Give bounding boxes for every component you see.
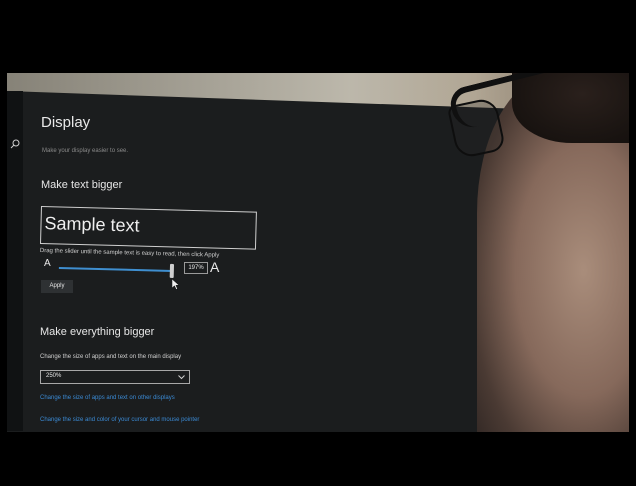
slider-thumb[interactable] xyxy=(169,263,175,279)
link-other-displays[interactable]: Change the size of apps and text on othe… xyxy=(40,395,175,401)
scale-dropdown-value: 250% xyxy=(46,373,62,379)
sample-text: Sample text xyxy=(44,213,140,236)
slider-instruction: Drag the slider until the sample text is… xyxy=(39,248,220,259)
slider-value: 197% xyxy=(184,262,208,274)
apply-button[interactable]: Apply xyxy=(41,280,73,293)
page-subtitle: Make your display easier to see. xyxy=(42,148,129,154)
scale-dropdown[interactable]: 250% xyxy=(40,370,190,384)
sample-text-box: Sample text xyxy=(40,206,257,250)
text-size-slider[interactable] xyxy=(58,263,175,279)
chevron-down-icon xyxy=(178,375,185,380)
photo-frame: Display Make your display easier to see.… xyxy=(7,73,629,432)
link-cursor-size[interactable]: Change the size and color of your cursor… xyxy=(40,417,199,423)
slider-min-glyph: A xyxy=(44,258,51,269)
scale-label: Change the size of apps and text on the … xyxy=(40,354,182,360)
slider-track-filled xyxy=(58,266,172,272)
mouse-pointer-icon xyxy=(172,279,180,290)
section-heading-everything-bigger: Make everything bigger xyxy=(40,326,155,338)
slider-max-glyph: A xyxy=(210,259,220,275)
page-title: Display xyxy=(41,114,91,131)
section-heading-text-bigger: Make text bigger xyxy=(41,179,123,191)
